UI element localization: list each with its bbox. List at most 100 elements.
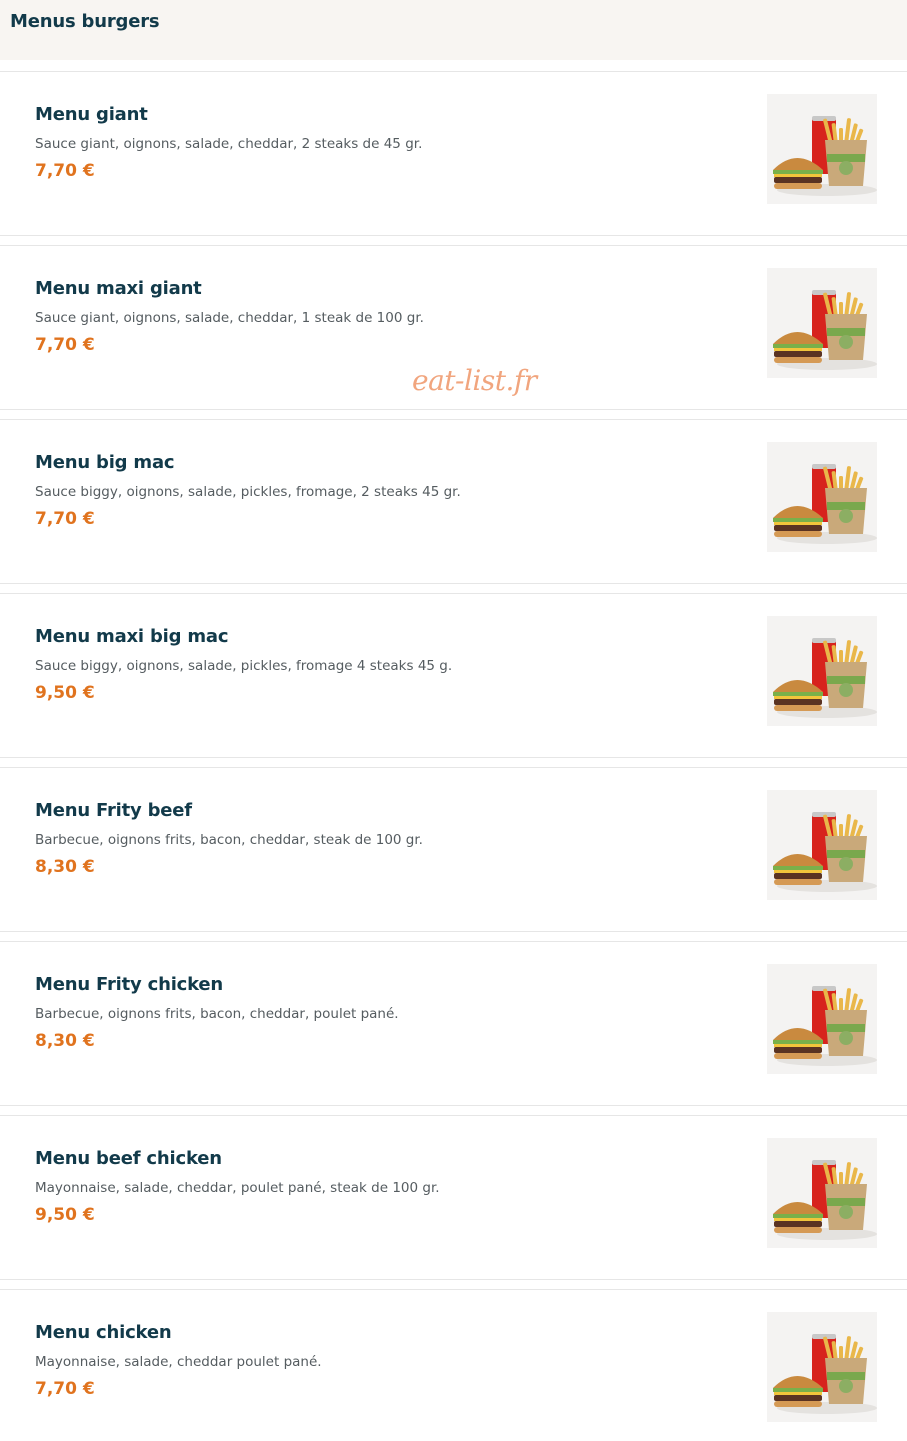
burger-patty	[774, 873, 822, 879]
menu-item[interactable]: Menu beef chicken Mayonnaise, salade, ch…	[0, 1115, 907, 1280]
menu-item[interactable]: Menu chicken Mayonnaise, salade, cheddar…	[0, 1289, 907, 1441]
item-description: Sauce giant, oignons, salade, cheddar, 1…	[35, 310, 424, 326]
burger-cheese	[774, 174, 822, 177]
burger-cheese	[774, 522, 822, 525]
fries-box-logo	[839, 683, 853, 697]
burger-lettuce	[773, 518, 823, 522]
burger-bottom-bun	[774, 1053, 822, 1059]
item-photo[interactable]	[767, 964, 877, 1074]
burger-patty	[774, 177, 822, 183]
burger-cheese	[774, 870, 822, 873]
burger-bottom-bun	[774, 879, 822, 885]
section-header: Menus burgers	[0, 0, 907, 60]
burger-patty	[774, 1395, 822, 1401]
item-price: 7,70 €	[35, 509, 95, 529]
item-photo[interactable]	[767, 268, 877, 378]
item-photo[interactable]	[767, 790, 877, 900]
burger-bottom-bun	[774, 531, 822, 537]
burger-menu-illustration	[767, 964, 877, 1074]
item-name: Menu maxi big mac	[35, 626, 229, 647]
fries-box-band	[827, 676, 865, 684]
burger-bottom-bun	[774, 183, 822, 189]
fries-box-band	[827, 154, 865, 162]
item-description: Sauce biggy, oignons, salade, pickles, f…	[35, 658, 453, 674]
item-description: Sauce giant, oignons, salade, cheddar, 2…	[35, 136, 423, 152]
item-price: 7,70 €	[35, 335, 95, 355]
burger-lettuce	[773, 170, 823, 174]
item-description: Barbecue, oignons frits, bacon, cheddar,…	[35, 1006, 399, 1022]
fries-box-band	[827, 1372, 865, 1380]
fries-box-band	[827, 1024, 865, 1032]
menu-item[interactable]: Menu maxi big mac Sauce biggy, oignons, …	[0, 593, 907, 758]
burger-cheese	[774, 348, 822, 351]
fries-box-logo	[839, 161, 853, 175]
item-price: 8,30 €	[35, 1031, 95, 1051]
item-price: 9,50 €	[35, 683, 95, 703]
burger-menu-illustration	[767, 1138, 877, 1248]
burger-bottom-bun	[774, 357, 822, 363]
item-name: Menu beef chicken	[35, 1148, 222, 1169]
fries-box-band	[827, 328, 865, 336]
burger-lettuce	[773, 692, 823, 696]
burger-menu-illustration	[767, 94, 877, 204]
item-photo[interactable]	[767, 1312, 877, 1422]
item-name: Menu big mac	[35, 452, 175, 473]
menu-list: Menu giant Sauce giant, oignons, salade,…	[0, 71, 907, 1441]
item-photo[interactable]	[767, 94, 877, 204]
menu-item[interactable]: Menu Frity beef Barbecue, oignons frits,…	[0, 767, 907, 932]
burger-bottom-bun	[774, 1401, 822, 1407]
burger-menu-illustration	[767, 1312, 877, 1422]
fries-box-logo	[839, 335, 853, 349]
burger-cheese	[774, 1392, 822, 1395]
item-price: 7,70 €	[35, 1379, 95, 1399]
burger-patty	[774, 351, 822, 357]
item-price: 8,30 €	[35, 857, 95, 877]
item-description: Mayonnaise, salade, cheddar poulet pané.	[35, 1354, 322, 1370]
item-photo[interactable]	[767, 442, 877, 552]
item-name: Menu chicken	[35, 1322, 172, 1343]
burger-cheese	[774, 696, 822, 699]
item-name: Menu giant	[35, 104, 148, 125]
burger-bottom-bun	[774, 1227, 822, 1233]
menu-page: Menus burgers Menu giant Sauce giant, oi…	[0, 0, 907, 1441]
item-price: 7,70 €	[35, 161, 95, 181]
item-name: Menu Frity chicken	[35, 974, 224, 995]
item-name: Menu maxi giant	[35, 278, 202, 299]
burger-lettuce	[773, 1214, 823, 1218]
fries-box-logo	[839, 1205, 853, 1219]
item-photo[interactable]	[767, 1138, 877, 1248]
menu-item[interactable]: Menu big mac Sauce biggy, oignons, salad…	[0, 419, 907, 584]
burger-patty	[774, 699, 822, 705]
item-description: Sauce biggy, oignons, salade, pickles, f…	[35, 484, 461, 500]
burger-menu-illustration	[767, 442, 877, 552]
burger-bottom-bun	[774, 705, 822, 711]
burger-menu-illustration	[767, 616, 877, 726]
fries-box-logo	[839, 509, 853, 523]
item-price: 9,50 €	[35, 1205, 95, 1225]
burger-cheese	[774, 1218, 822, 1221]
fries-box-logo	[839, 1031, 853, 1045]
menu-item[interactable]: Menu Frity chicken Barbecue, oignons fri…	[0, 941, 907, 1106]
burger-lettuce	[773, 1388, 823, 1392]
burger-menu-illustration	[767, 790, 877, 900]
burger-patty	[774, 1221, 822, 1227]
fries-box-logo	[839, 1379, 853, 1393]
burger-cheese	[774, 1044, 822, 1047]
menu-item[interactable]: Menu giant Sauce giant, oignons, salade,…	[0, 71, 907, 236]
item-description: Barbecue, oignons frits, bacon, cheddar,…	[35, 832, 423, 848]
burger-lettuce	[773, 866, 823, 870]
item-photo[interactable]	[767, 616, 877, 726]
fries-box-band	[827, 850, 865, 858]
burger-menu-illustration	[767, 268, 877, 378]
fries-box-band	[827, 502, 865, 510]
watermark: eat-list.fr	[412, 364, 537, 397]
burger-patty	[774, 1047, 822, 1053]
burger-lettuce	[773, 1040, 823, 1044]
fries-box-band	[827, 1198, 865, 1206]
item-name: Menu Frity beef	[35, 800, 192, 821]
burger-patty	[774, 525, 822, 531]
section-title: Menus burgers	[10, 11, 160, 32]
burger-lettuce	[773, 344, 823, 348]
fries-box-logo	[839, 857, 853, 871]
item-description: Mayonnaise, salade, cheddar, poulet pané…	[35, 1180, 440, 1196]
